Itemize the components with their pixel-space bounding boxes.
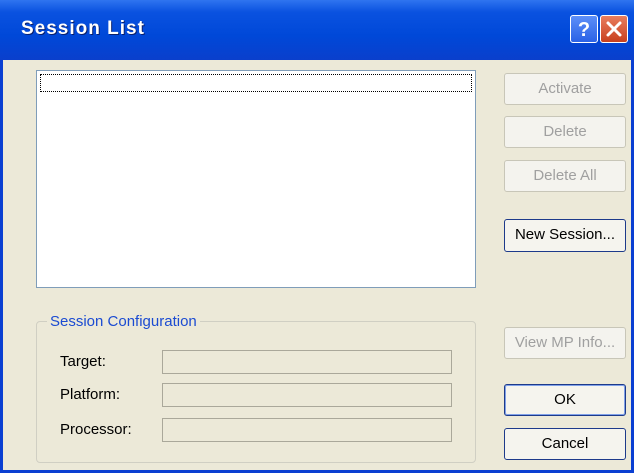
delete-button[interactable]: Delete: [504, 116, 626, 148]
close-button[interactable]: [600, 15, 628, 43]
processor-label: Processor:: [60, 421, 132, 438]
close-icon: [606, 21, 622, 37]
list-focus-row[interactable]: [40, 74, 472, 92]
session-configuration-legend: Session Configuration: [47, 313, 200, 330]
target-field: [162, 350, 452, 374]
svg-text:?: ?: [578, 19, 590, 41]
window-title: Session List: [21, 18, 145, 39]
title-bar[interactable]: Session List ?: [0, 0, 634, 60]
session-list-dialog: Session List ? Activate Delete Delete Al…: [0, 0, 634, 473]
activate-button[interactable]: Activate: [504, 73, 626, 105]
view-mp-info-button[interactable]: View MP Info...: [504, 327, 626, 359]
platform-label: Platform:: [60, 386, 121, 403]
target-label: Target:: [60, 353, 106, 370]
processor-field: [162, 418, 452, 442]
help-button[interactable]: ?: [570, 15, 598, 43]
ok-button[interactable]: OK: [504, 384, 626, 416]
cancel-button[interactable]: Cancel: [504, 428, 626, 460]
new-session-button[interactable]: New Session...: [504, 219, 626, 252]
platform-field: [162, 383, 452, 407]
help-icon: ?: [578, 19, 590, 41]
session-listbox[interactable]: [36, 70, 476, 288]
delete-all-button[interactable]: Delete All: [504, 160, 626, 192]
